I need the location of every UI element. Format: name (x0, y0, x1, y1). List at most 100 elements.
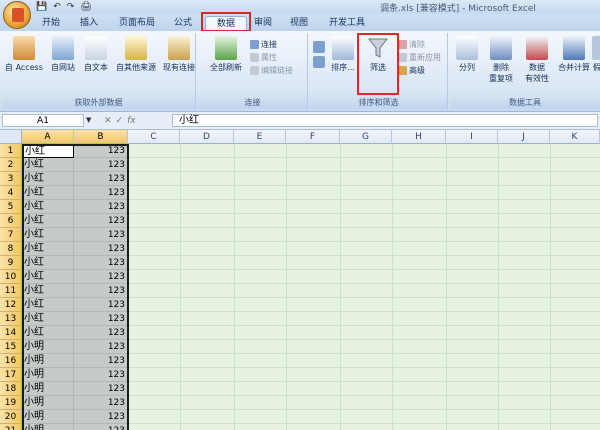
empty-cells[interactable] (128, 144, 600, 158)
row-header[interactable]: 10 (0, 270, 22, 284)
cell-a[interactable]: 小明 (22, 410, 74, 424)
enter-icon[interactable]: ✓ (116, 116, 124, 126)
worksheet-grid[interactable]: A B C D E F G H I J K 1 小红 123 2 小红 123 3 小红 123… (0, 130, 600, 430)
cell-a[interactable]: 小红 (22, 256, 74, 270)
cancel-icon[interactable]: ✕ (104, 116, 112, 126)
tab-page-layout[interactable]: 页面布局 (112, 16, 162, 31)
save-icon[interactable]: 💾 (36, 2, 47, 12)
cell-b[interactable]: 123 (74, 200, 128, 214)
cell-b[interactable]: 123 (74, 298, 128, 312)
empty-cells[interactable] (128, 396, 600, 410)
empty-cells[interactable] (128, 284, 600, 298)
cell-a[interactable]: 小红 (22, 186, 74, 200)
cell-b[interactable]: 123 (74, 382, 128, 396)
cell-b[interactable]: 123 (74, 284, 128, 298)
row-header[interactable]: 6 (0, 214, 22, 228)
row-header[interactable]: 2 (0, 158, 22, 172)
empty-cells[interactable] (128, 242, 600, 256)
column-header-j[interactable]: J (498, 130, 550, 144)
row-header[interactable]: 3 (0, 172, 22, 186)
from-other-sources-button[interactable]: 自其他来源 (112, 36, 160, 73)
cell-a[interactable]: 小红 (22, 214, 74, 228)
row-header[interactable]: 5 (0, 200, 22, 214)
existing-connections-button[interactable]: 现有连接 (162, 36, 196, 73)
empty-cells[interactable] (128, 312, 600, 326)
cell-a[interactable]: 小红 (22, 158, 74, 172)
tab-insert[interactable]: 插入 (74, 16, 104, 31)
tab-home[interactable]: 开始 (36, 16, 66, 31)
row-header[interactable]: 17 (0, 368, 22, 382)
edit-links-button[interactable]: 编辑链接 (250, 65, 293, 76)
empty-cells[interactable] (128, 214, 600, 228)
row-header[interactable]: 19 (0, 396, 22, 410)
office-button[interactable] (3, 1, 31, 29)
cell-a[interactable]: 小红 (22, 228, 74, 242)
row-header[interactable]: 20 (0, 410, 22, 424)
cell-a[interactable]: 小明 (22, 396, 74, 410)
cell-b[interactable]: 123 (74, 228, 128, 242)
cell-a[interactable]: 小红 (22, 312, 74, 326)
cell-a[interactable]: 小红 (22, 284, 74, 298)
column-header-k[interactable]: K (550, 130, 600, 144)
cell-b[interactable]: 123 (74, 172, 128, 186)
cell-b[interactable]: 123 (74, 326, 128, 340)
cell-a[interactable]: 小红 (22, 144, 74, 158)
column-header-b[interactable]: B (74, 130, 128, 144)
cell-a[interactable]: 小红 (22, 298, 74, 312)
cell-a[interactable]: 小明 (22, 340, 74, 354)
name-box-dropdown-icon[interactable]: ▼ (86, 114, 96, 127)
remove-duplicates-button[interactable]: 删除 重复项 (484, 36, 518, 84)
print-icon[interactable]: 🖨 (80, 2, 91, 12)
what-if-button[interactable]: 假 (592, 36, 600, 73)
column-header-a[interactable]: A (22, 130, 74, 144)
column-header-f[interactable]: F (286, 130, 340, 144)
row-header[interactable]: 8 (0, 242, 22, 256)
sort-button[interactable]: 排序... (328, 36, 358, 73)
cell-b[interactable]: 123 (74, 242, 128, 256)
row-header[interactable]: 9 (0, 256, 22, 270)
empty-cells[interactable] (128, 256, 600, 270)
row-header[interactable]: 11 (0, 284, 22, 298)
sort-az-button[interactable] (312, 41, 326, 70)
reapply-button[interactable]: 重新应用 (398, 52, 441, 63)
tab-view[interactable]: 视图 (284, 16, 314, 31)
row-header[interactable]: 1 (0, 144, 22, 158)
column-header-h[interactable]: H (392, 130, 446, 144)
cell-a[interactable]: 小明 (22, 382, 74, 396)
empty-cells[interactable] (128, 298, 600, 312)
empty-cells[interactable] (128, 158, 600, 172)
cell-b[interactable]: 123 (74, 396, 128, 410)
cell-b[interactable]: 123 (74, 186, 128, 200)
cell-a[interactable]: 小红 (22, 242, 74, 256)
from-access-button[interactable]: 自 Access (4, 36, 44, 73)
empty-cells[interactable] (128, 382, 600, 396)
connections-button[interactable]: 连接 (250, 39, 277, 50)
cell-b[interactable]: 123 (74, 410, 128, 424)
empty-cells[interactable] (128, 410, 600, 424)
empty-cells[interactable] (128, 340, 600, 354)
cell-b[interactable]: 123 (74, 144, 128, 158)
cell-a[interactable]: 小红 (22, 270, 74, 284)
properties-button[interactable]: 属性 (250, 52, 277, 63)
empty-cells[interactable] (128, 228, 600, 242)
column-header-i[interactable]: I (446, 130, 498, 144)
row-header[interactable]: 12 (0, 298, 22, 312)
consolidate-button[interactable]: 合并计算 (556, 36, 592, 73)
name-box[interactable]: A1 (2, 114, 84, 127)
from-web-button[interactable]: 自网站 (46, 36, 80, 73)
formula-input[interactable]: 小红 (172, 114, 598, 127)
cell-a[interactable]: 小明 (22, 424, 74, 430)
row-header[interactable]: 14 (0, 326, 22, 340)
select-all-corner[interactable] (0, 130, 22, 144)
cell-a[interactable]: 小红 (22, 200, 74, 214)
empty-cells[interactable] (128, 424, 600, 430)
row-header[interactable]: 21 (0, 424, 22, 430)
row-header[interactable]: 13 (0, 312, 22, 326)
advanced-filter-button[interactable]: 高级 (398, 65, 425, 76)
column-header-d[interactable]: D (180, 130, 234, 144)
cell-b[interactable]: 123 (74, 312, 128, 326)
tab-review[interactable]: 审阅 (250, 16, 276, 31)
tab-developer[interactable]: 开发工具 (322, 16, 372, 31)
empty-cells[interactable] (128, 354, 600, 368)
cell-a[interactable]: 小明 (22, 368, 74, 382)
